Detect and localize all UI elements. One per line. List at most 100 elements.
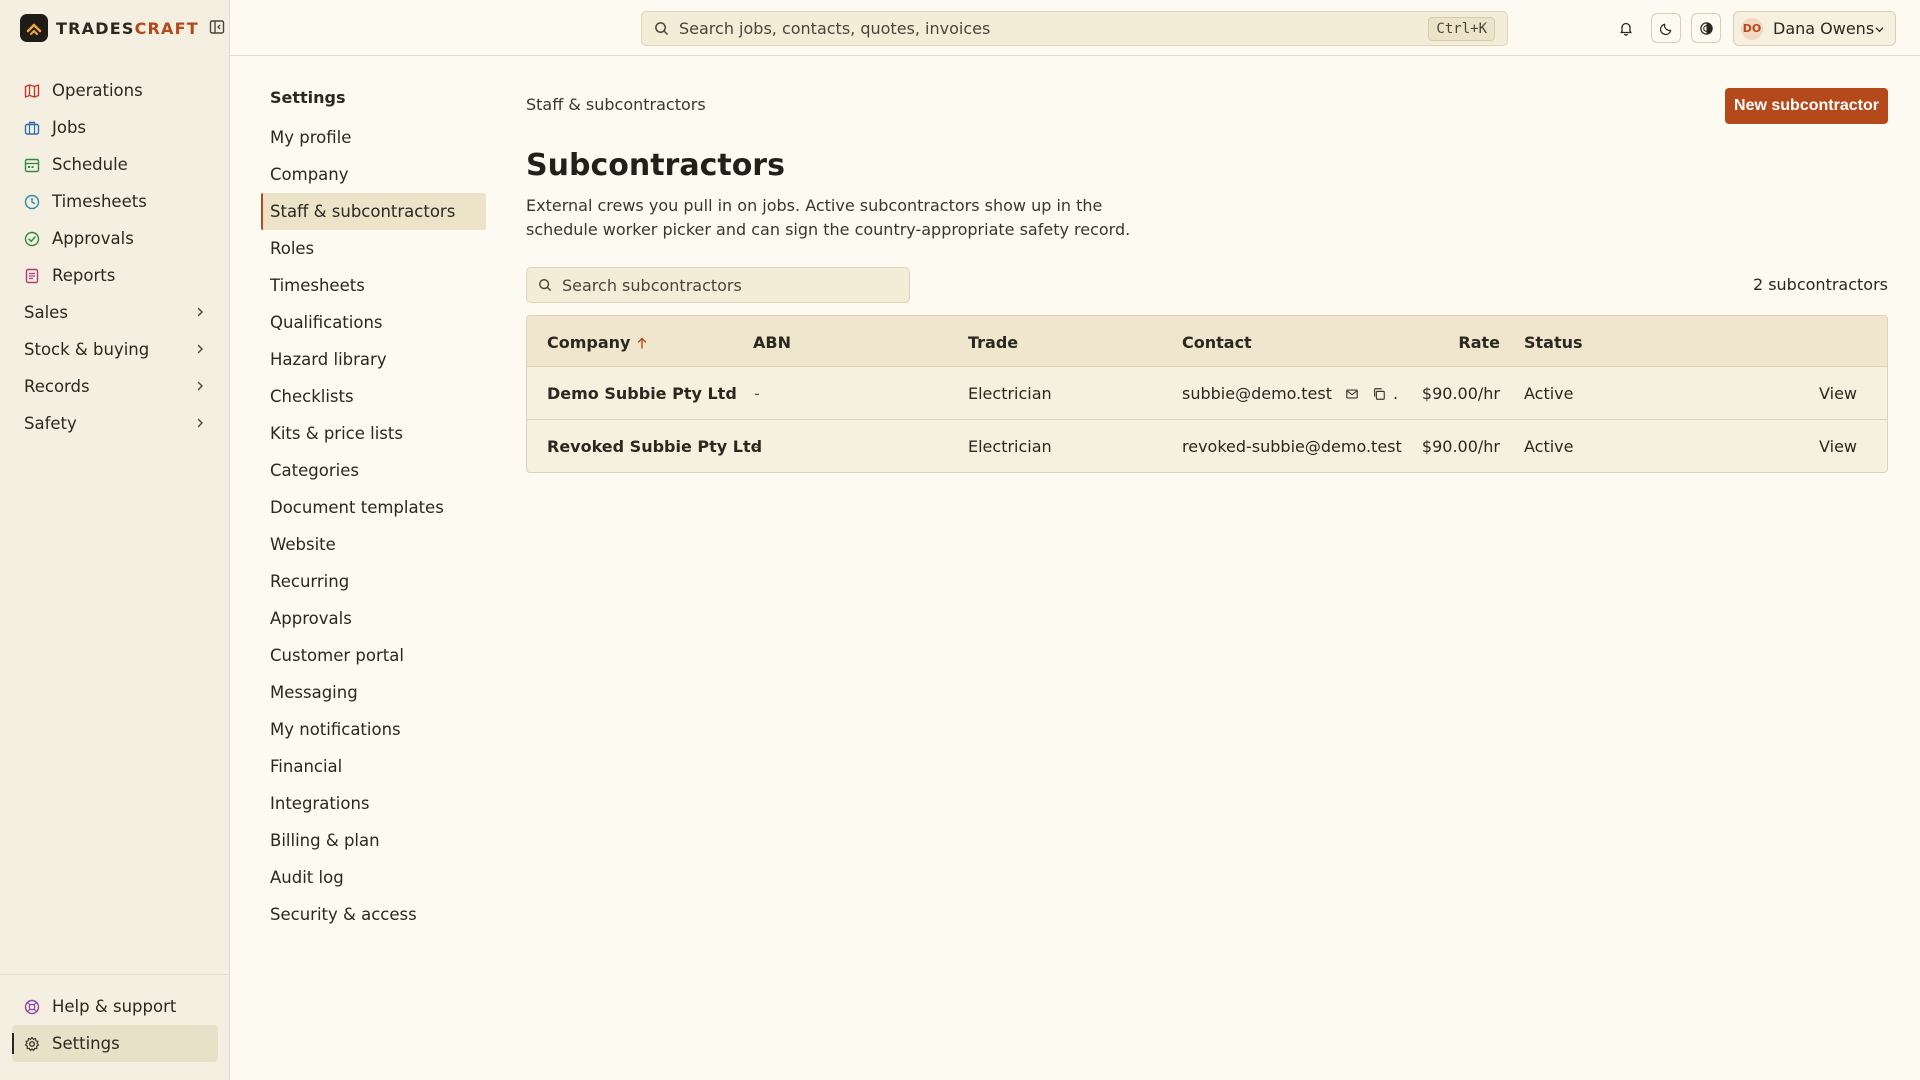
column-label: Company <box>547 333 631 352</box>
chevron-down-icon <box>1874 24 1885 35</box>
column-contact[interactable]: Contact <box>1182 333 1252 352</box>
nav-item-help-support[interactable]: Help & support <box>12 988 218 1025</box>
contrast-toggle-button[interactable] <box>1691 13 1721 43</box>
subcontractor-count: 2 subcontractors <box>1752 275 1888 294</box>
main-nav: Operations Jobs Schedule Timesheets Appr… <box>12 72 218 442</box>
subcontractor-search-input[interactable] <box>562 275 902 295</box>
table-header: Company ABN Trade Contact Rate Status <box>527 316 1887 367</box>
settings-item-integrations[interactable]: Integrations <box>261 785 486 822</box>
nav-item-timesheets[interactable]: Timesheets <box>12 183 218 220</box>
sidebar-bottom: Help & support Settings <box>0 974 229 1062</box>
settings-item-recurring[interactable]: Recurring <box>261 563 486 600</box>
settings-item-security-access[interactable]: Security & access <box>261 896 486 933</box>
settings-item-qualifications[interactable]: Qualifications <box>261 304 486 341</box>
subcontractor-search[interactable] <box>526 267 910 303</box>
nav-label: Help & support <box>52 997 177 1016</box>
table-row[interactable]: Demo Subbie Pty Ltd - Electrician subbie… <box>527 367 1887 420</box>
settings-item-billing-plan[interactable]: Billing & plan <box>261 822 486 859</box>
view-link[interactable]: View <box>1819 384 1857 403</box>
nav-label: Settings <box>52 1034 120 1053</box>
column-abn[interactable]: ABN <box>753 333 791 352</box>
settings-item-categories[interactable]: Categories <box>261 452 486 489</box>
calendar-icon <box>24 157 40 173</box>
chevron-right-icon <box>194 306 206 318</box>
nav-group-records[interactable]: Records <box>12 368 218 405</box>
settings-item-kits-price-lists[interactable]: Kits & price lists <box>261 415 486 452</box>
mail-icon[interactable] <box>1345 387 1359 401</box>
nav-label: Safety <box>24 414 77 433</box>
moon-icon <box>1659 21 1674 36</box>
cell-company: Demo Subbie Pty Ltd <box>547 384 737 403</box>
nav-label: Jobs <box>52 118 87 137</box>
nav-item-settings[interactable]: Settings <box>12 1025 218 1062</box>
clock-icon <box>24 194 40 210</box>
settings-item-messaging[interactable]: Messaging <box>261 674 486 711</box>
subcontractors-table: Company ABN Trade Contact Rate Status De… <box>526 315 1888 473</box>
column-company[interactable]: Company <box>547 333 647 352</box>
notifications-button[interactable] <box>1611 13 1641 43</box>
cell-status: Active <box>1524 437 1574 456</box>
nav-group-sales[interactable]: Sales <box>12 294 218 331</box>
table-row[interactable]: Revoked Subbie Pty Ltd - Electrician rev… <box>527 420 1887 472</box>
cell-rate: $90.00/hr <box>1421 437 1500 456</box>
settings-item-checklists[interactable]: Checklists <box>261 378 486 415</box>
settings-item-hazard-library[interactable]: Hazard library <box>261 341 486 378</box>
nav-label: Operations <box>52 81 143 100</box>
contact-email: subbie@demo.test <box>1182 384 1332 403</box>
chevron-right-icon <box>194 343 206 355</box>
cell-trade: Electrician <box>968 384 1052 403</box>
avatar: DO <box>1741 17 1763 40</box>
settings-item-roles[interactable]: Roles <box>261 230 486 267</box>
settings-item-document-templates[interactable]: Document templates <box>261 489 486 526</box>
cell-contact: revoked-subbie@demo.test <box>1182 437 1402 456</box>
nav-label: Approvals <box>52 229 134 248</box>
view-link[interactable]: View <box>1819 437 1857 456</box>
settings-item-timesheets[interactable]: Timesheets <box>261 267 486 304</box>
nav-item-approvals[interactable]: Approvals <box>12 220 218 257</box>
settings-item-customer-portal[interactable]: Customer portal <box>261 637 486 674</box>
sidebar: TRADESCRAFT Operations Jobs Schedule Tim… <box>0 0 230 1080</box>
settings-item-approvals[interactable]: Approvals <box>261 600 486 637</box>
nav-item-jobs[interactable]: Jobs <box>12 109 218 146</box>
cell-trade: Electrician <box>968 437 1052 456</box>
settings-item-company[interactable]: Company <box>261 156 486 193</box>
brand[interactable]: TRADESCRAFT <box>20 14 227 42</box>
nav-item-reports[interactable]: Reports <box>12 257 218 294</box>
nav-item-operations[interactable]: Operations <box>12 72 218 109</box>
settings-item-my-profile[interactable]: My profile <box>261 119 486 156</box>
column-rate[interactable]: Rate <box>1458 333 1500 352</box>
brand-name: TRADESCRAFT <box>56 18 199 38</box>
settings-item-my-notifications[interactable]: My notifications <box>261 711 486 748</box>
copy-icon[interactable] <box>1372 387 1386 401</box>
check-circle-icon <box>24 231 40 247</box>
collapse-sidebar-icon[interactable] <box>209 19 227 37</box>
settings-item-website[interactable]: Website <box>261 526 486 563</box>
global-search[interactable]: Search jobs, contacts, quotes, invoices … <box>641 11 1508 46</box>
nav-group-safety[interactable]: Safety <box>12 405 218 442</box>
nav-label: Schedule <box>52 155 128 174</box>
new-subcontractor-button[interactable]: New subcontractor <box>1725 88 1888 124</box>
cell-rate: $90.00/hr <box>1421 384 1500 403</box>
user-menu-button[interactable]: DO Dana Owens <box>1733 11 1896 46</box>
theme-toggle-button[interactable] <box>1651 13 1681 43</box>
settings-item-audit-log[interactable]: Audit log <box>261 859 486 896</box>
nav-item-schedule[interactable]: Schedule <box>12 146 218 183</box>
cell-status: Active <box>1524 384 1574 403</box>
chevron-right-icon <box>194 417 206 429</box>
column-trade[interactable]: Trade <box>968 333 1018 352</box>
brand-logo <box>20 14 48 42</box>
bell-icon <box>1618 20 1634 36</box>
global-search-placeholder: Search jobs, contacts, quotes, invoices <box>679 19 991 38</box>
breadcrumb: Staff & subcontractors <box>526 95 706 114</box>
column-status[interactable]: Status <box>1524 333 1583 352</box>
nav-label: Records <box>24 377 90 396</box>
cell-abn: - <box>754 437 760 456</box>
settings-item-financial[interactable]: Financial <box>261 748 486 785</box>
sort-ascending-icon <box>637 337 647 349</box>
nav-label: Reports <box>52 266 116 285</box>
cell-company: Revoked Subbie Pty Ltd <box>547 437 763 456</box>
settings-item-staff-subcontractors[interactable]: Staff & subcontractors <box>261 193 486 230</box>
briefcase-icon <box>24 120 40 136</box>
settings-nav: Settings My profile Company Staff & subc… <box>261 88 486 933</box>
nav-group-stock-buying[interactable]: Stock & buying <box>12 331 218 368</box>
